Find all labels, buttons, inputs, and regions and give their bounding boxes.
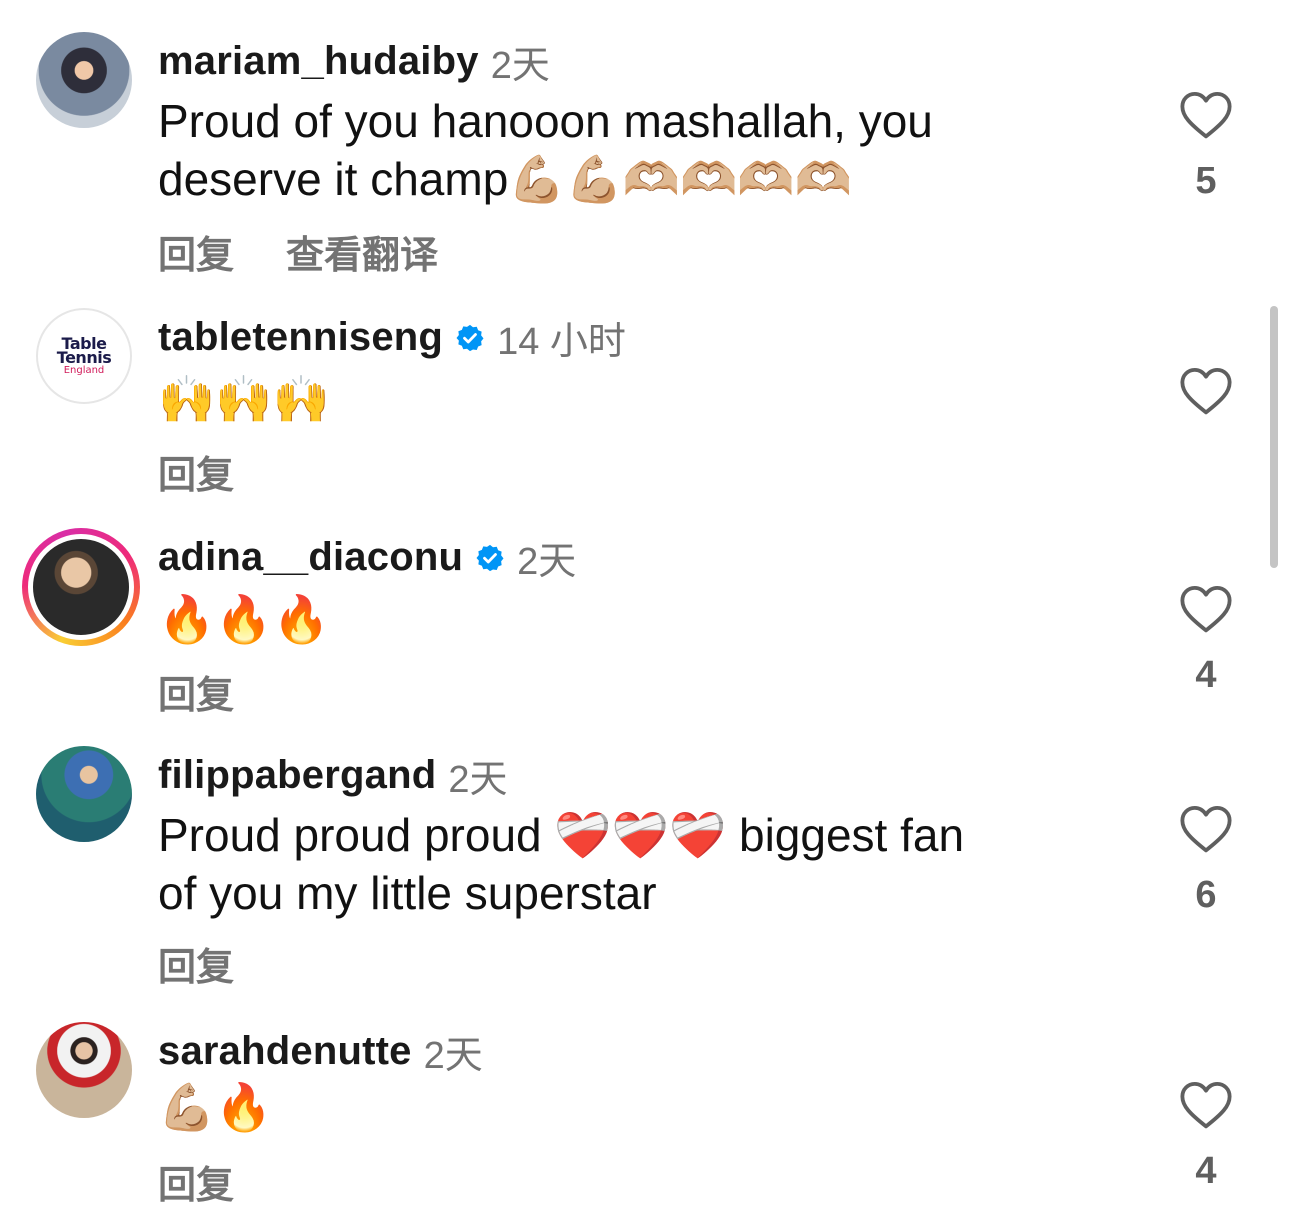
comment-text-line: of you my little superstar [158, 867, 657, 919]
comment-actions: 回复 [158, 936, 286, 991]
avatar[interactable] [36, 32, 132, 128]
comment-text-line: Proud proud proud ❤️‍🩹❤️‍🩹❤️‍🩹 biggest f… [158, 809, 965, 861]
verified-badge-icon [475, 543, 505, 573]
comment-header: sarahdenutte 2天 [158, 1024, 483, 1079]
like-control: 4 [1176, 584, 1236, 697]
comment-actions: 回复 [158, 444, 286, 499]
scrollbar[interactable] [1270, 306, 1278, 568]
comment-text-line: 🔥🔥🔥 [158, 592, 330, 646]
table-tennis-england-logo: Table Tennis England [56, 333, 112, 377]
comment-text-line: 💪🏼🔥 [158, 1080, 273, 1134]
comment-text-line: deserve it champ💪🏼💪🏼🫶🏼🫶🏼🫶🏼🫶🏼 [158, 153, 852, 205]
avatar[interactable] [36, 1022, 132, 1118]
username[interactable]: filippabergand [158, 753, 436, 798]
comments-list: mariam_hudaiby 2天 Proud of you hanooon m… [0, 0, 1290, 1217]
comment-text: Proud proud proud ❤️‍🩹❤️‍🩹❤️‍🩹 biggest f… [158, 806, 964, 922]
verified-badge-icon [455, 323, 485, 353]
like-control: 4 [1176, 1080, 1236, 1193]
timestamp: 2天 [490, 45, 550, 87]
username[interactable]: mariam_hudaiby [158, 39, 479, 84]
avatar[interactable]: Table Tennis England [36, 308, 132, 404]
reply-button[interactable]: 回复 [158, 224, 234, 279]
avatar [28, 534, 134, 640]
comment-actions: 回复 [158, 1154, 286, 1209]
comment-header: adina__diaconu 2天 [158, 530, 576, 585]
comment-actions: 回复 [158, 664, 286, 719]
comment-header: mariam_hudaiby 2天 [158, 34, 550, 89]
username[interactable]: tabletenniseng [158, 315, 443, 360]
reply-button[interactable]: 回复 [158, 664, 234, 719]
like-control: 6 [1176, 804, 1236, 917]
like-control [1176, 366, 1236, 416]
username[interactable]: sarahdenutte [158, 1029, 412, 1074]
timestamp: 2天 [517, 541, 577, 583]
reply-button[interactable]: 回复 [158, 1154, 234, 1209]
comment-text: 🔥🔥🔥 [158, 590, 330, 648]
comment-actions: 回复 查看翻译 [158, 224, 490, 279]
heart-outline-icon[interactable] [1179, 90, 1233, 140]
heart-outline-icon[interactable] [1179, 1080, 1233, 1130]
like-count: 5 [1195, 160, 1217, 202]
timestamp: 14 小时 [497, 321, 626, 363]
comment-text-line: 🙌🙌🙌 [158, 372, 330, 426]
username[interactable]: adina__diaconu [158, 535, 463, 580]
avatar-story-ring[interactable] [22, 528, 140, 646]
like-control: 5 [1176, 90, 1236, 203]
comment-header: tabletenniseng 14 小时 [158, 310, 626, 365]
comment-text-line: Proud of you hanooon mashallah, you [158, 95, 933, 147]
timestamp: 2天 [423, 1035, 483, 1077]
timestamp: 2天 [448, 759, 508, 801]
like-count: 6 [1195, 874, 1217, 916]
heart-outline-icon[interactable] [1179, 366, 1233, 416]
reply-button[interactable]: 回复 [158, 936, 234, 991]
reply-button[interactable]: 回复 [158, 444, 234, 499]
like-count: 4 [1195, 654, 1217, 696]
heart-outline-icon[interactable] [1179, 584, 1233, 634]
comment-text: 💪🏼🔥 [158, 1078, 273, 1136]
heart-outline-icon[interactable] [1179, 804, 1233, 854]
comment-text: Proud of you hanooon mashallah, you dese… [158, 92, 933, 208]
avatar[interactable] [36, 746, 132, 842]
comment-text: 🙌🙌🙌 [158, 370, 330, 428]
see-translation-button[interactable]: 查看翻译 [286, 224, 438, 279]
like-count: 4 [1195, 1150, 1217, 1192]
comment-header: filippabergand 2天 [158, 748, 508, 803]
